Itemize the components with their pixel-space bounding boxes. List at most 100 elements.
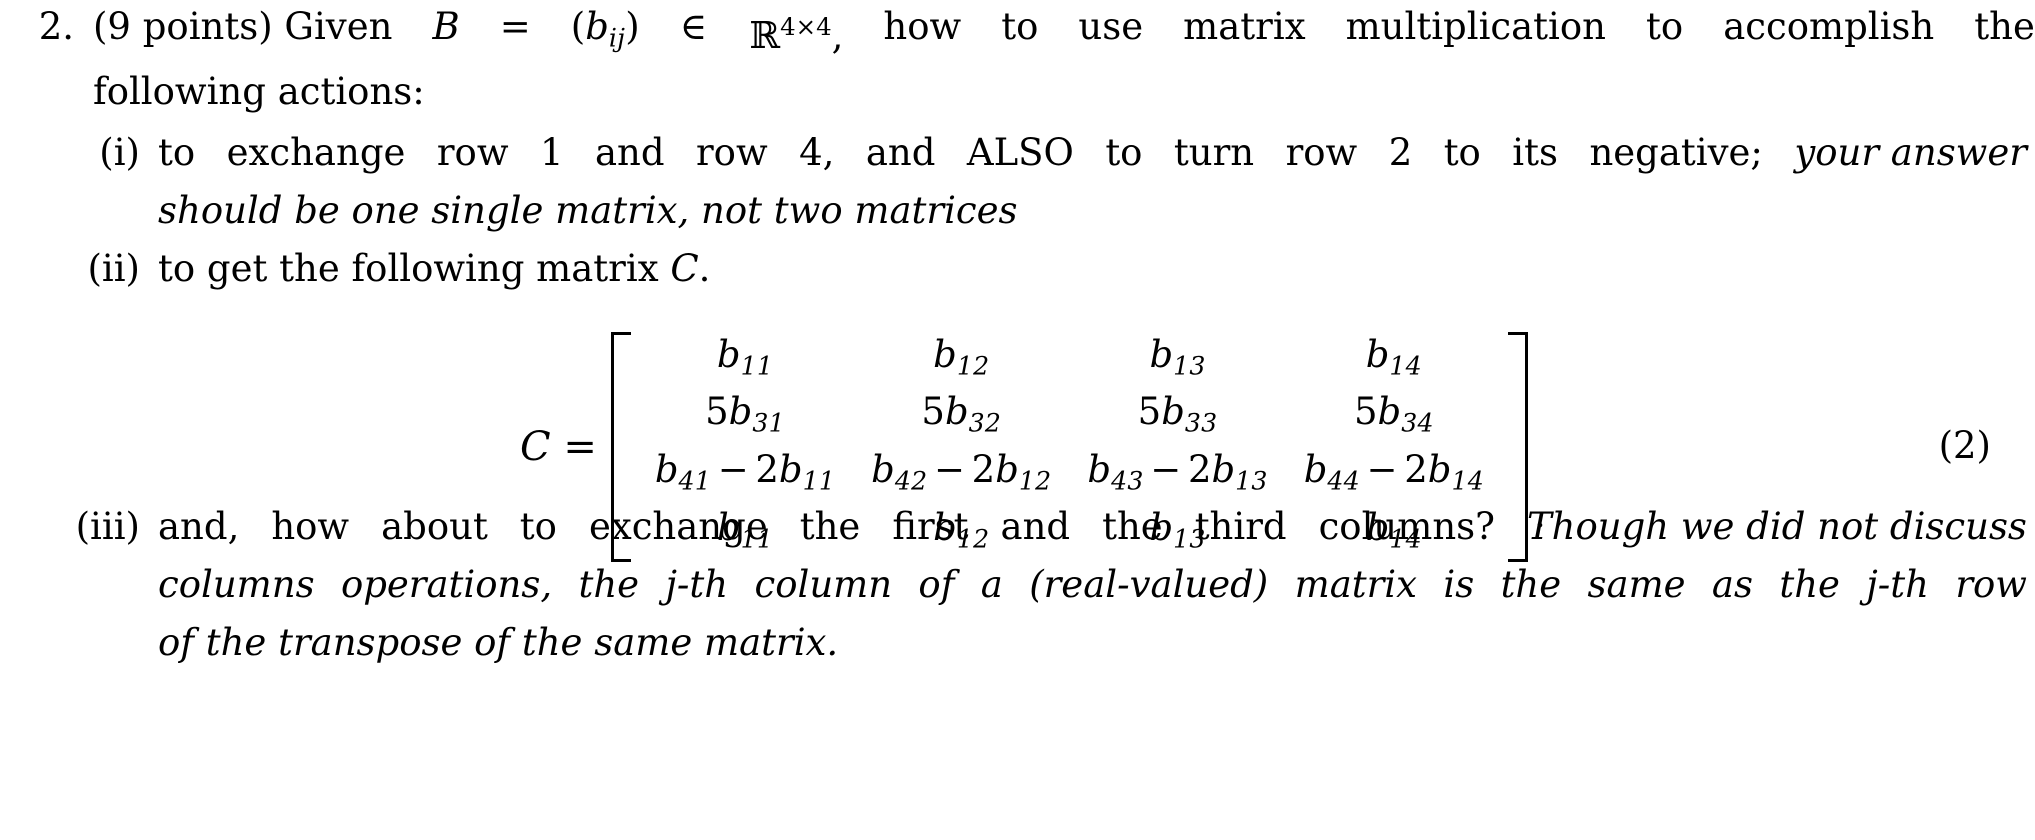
problem-stem-body: (9 points) Given B = (bij) ∈ ℝ4×4, how t…: [74, 0, 2035, 118]
subitem-i-w7: 4,: [799, 131, 835, 174]
subitem-iii-line-2: columns operations, the j-th column of a…: [158, 556, 2027, 614]
subitem-i-w4: 1: [539, 131, 564, 174]
subitem-ii-label: (ii): [87, 247, 140, 290]
subitem-iii-l2-w15: j-th: [1866, 563, 1929, 606]
subitem-i-w3: row: [436, 131, 509, 174]
subitem-ii-text-b: .: [698, 247, 711, 290]
subitem-i-w1: to: [158, 131, 196, 174]
document-page: 2. (9 points) Given B = (bij) ∈ ℝ4×4, ho…: [0, 0, 2035, 840]
stem-element-of: ∈: [679, 5, 708, 48]
stem-entry-notation: (bij): [570, 5, 640, 53]
matrix-cell: b14: [1365, 332, 1422, 381]
subitem-ii: (ii) to get the following matrix C.: [0, 240, 2035, 298]
subitem-i-line-2: should be one single matrix, not two mat…: [158, 189, 1018, 232]
subitem-iii-w2: how: [271, 505, 350, 548]
matrix-cell: b13: [1149, 332, 1206, 381]
subitem-iii-l2-w5: column: [754, 563, 893, 606]
problem-stem-line-1: (9 points) Given B = (bij) ∈ ℝ4×4, how t…: [93, 0, 2035, 65]
subitem-iii: (iii) and, how about to exchange the fir…: [0, 498, 2035, 672]
stem-segment-the: the: [1974, 5, 2035, 48]
subitem-iii-l2-w6: of: [918, 563, 955, 606]
stem-segment-how-to: how: [883, 5, 962, 48]
subitem-ii-body: to get the following matrix C.: [140, 240, 2035, 298]
subitem-i-w13: 2: [1388, 131, 1413, 174]
subitem-i-w15: its: [1512, 131, 1558, 174]
subitem-iii-label: (iii): [75, 505, 140, 548]
stem-segment-multiplication: multiplication: [1345, 5, 1606, 48]
subitem-iii-l2-w3: the: [578, 563, 640, 606]
subitem-iii-w10: third: [1194, 505, 1287, 548]
subitem-iii-l2-w7: a: [980, 563, 1003, 606]
subitem-iii-l2-w9: matrix: [1294, 563, 1418, 606]
subitem-iii-emph-1: Though we did not discuss: [1526, 505, 2027, 548]
subitem-i-w12: row: [1285, 131, 1358, 174]
subitem-iii-line-1: and, how about to exchange the first and…: [158, 498, 2027, 556]
subitem-iii-line-3: of the transpose of the same matrix.: [158, 621, 839, 664]
subitem-i-w11: turn: [1173, 131, 1255, 174]
problem-number: 2.: [38, 5, 74, 48]
problem-stem-row: 2. (9 points) Given B = (bij) ∈ ℝ4×4, ho…: [0, 0, 2035, 118]
subitem-iii-l2-w10: is: [1443, 563, 1475, 606]
subitem-i: (i) to exchange row 1 and row 4, and ALS…: [0, 124, 2035, 240]
problem-stem: 2. (9 points) Given B = (bij) ∈ ℝ4×4, ho…: [0, 0, 2035, 118]
problem-stem-line-2: following actions:: [93, 69, 425, 113]
stem-segment-to: to: [1001, 5, 1039, 48]
stem-segment-matrix: matrix: [1183, 5, 1306, 48]
subitem-iii-w7: first: [892, 505, 969, 548]
subitem-i-w14: to: [1443, 131, 1481, 174]
stem-segment-to-2: to: [1646, 5, 1684, 48]
subitem-ii-matrix-c: C: [670, 247, 699, 290]
matrix-cell: b42−2b12: [871, 448, 1052, 496]
matrix-cell: 5b31: [705, 390, 785, 438]
matrix-row: 5b31 5b32 5b33 5b34: [637, 389, 1502, 447]
subitem-i-body: to exchange row 1 and row 4, and ALSO to…: [140, 124, 2035, 240]
subitem-i-label: (i): [99, 131, 140, 174]
matrix-cell: b43−2b13: [1087, 448, 1268, 496]
subitem-iii-w5: exchange: [588, 505, 768, 548]
subitem-i-w5: and: [594, 131, 665, 174]
subitem-iii-w1: and,: [158, 505, 240, 548]
matrix-cell: b12: [933, 332, 990, 381]
equation-number: (2): [1938, 424, 1991, 467]
subitem-iii-w9: the: [1102, 505, 1163, 548]
stem-variable-B: B: [432, 5, 460, 48]
subitem-iii-l2-w8: (real-valued): [1029, 563, 1269, 606]
subitem-list-lower: (iii) and, how about to exchange the fir…: [0, 498, 2035, 672]
matrix-cell: b41−2b11: [654, 448, 836, 496]
equation-lhs: C =: [520, 424, 597, 470]
subitem-i-w2: exchange: [226, 131, 406, 174]
stem-equals: =: [499, 5, 531, 48]
stem-segment-use: use: [1078, 5, 1144, 48]
subitem-iii-w11: columns?: [1318, 505, 1495, 548]
matrix-cell: b44−2b14: [1303, 448, 1484, 496]
subitem-i-emph-1: your answer: [1794, 131, 2027, 174]
subitem-iii-w6: the: [799, 505, 861, 548]
stem-segment-points: (9 points) Given: [93, 5, 393, 48]
subitem-i-line-1: to exchange row 1 and row 4, and ALSO to…: [158, 124, 2027, 182]
subitem-ii-line-1: to get the following matrix C.: [158, 240, 2027, 298]
stem-real-space: ℝ4×4,: [749, 12, 844, 58]
stem-segment-accomplish: accomplish: [1723, 5, 1935, 48]
subitem-i-w9: ALSO: [966, 131, 1074, 174]
matrix-cell: 5b33: [1137, 390, 1218, 438]
subitem-iii-l2-w14: the: [1779, 563, 1840, 606]
subitem-iii-w4: to: [519, 505, 557, 548]
subitem-iii-l2-w1: columns: [158, 563, 315, 606]
matrix-cell: 5b32: [921, 390, 1002, 438]
subitem-i-w10: to: [1105, 131, 1143, 174]
subitem-iii-w3: about: [381, 505, 488, 548]
subitem-iii-l2-w2: operations,: [340, 563, 553, 606]
subitem-iii-l2-w11: the: [1500, 563, 1562, 606]
subitem-iii-l2-w4: j-th: [665, 563, 729, 606]
subitem-iii-w8: and: [1000, 505, 1071, 548]
matrix-cell: 5b34: [1353, 390, 1434, 438]
matrix-cell: b11: [716, 332, 774, 381]
subitem-iii-body: and, how about to exchange the first and…: [140, 498, 2035, 672]
subitem-i-w8: and: [865, 131, 936, 174]
subitem-i-w16: negative;: [1589, 131, 1763, 174]
subitem-i-w6: row: [695, 131, 768, 174]
subitem-ii-text-a: to get the following matrix: [158, 247, 671, 290]
subitem-list-upper: (i) to exchange row 1 and row 4, and ALS…: [0, 124, 2035, 298]
matrix-row: b11 b12 b13 b14: [637, 332, 1502, 390]
subitem-iii-l2-w13: as: [1711, 563, 1753, 606]
